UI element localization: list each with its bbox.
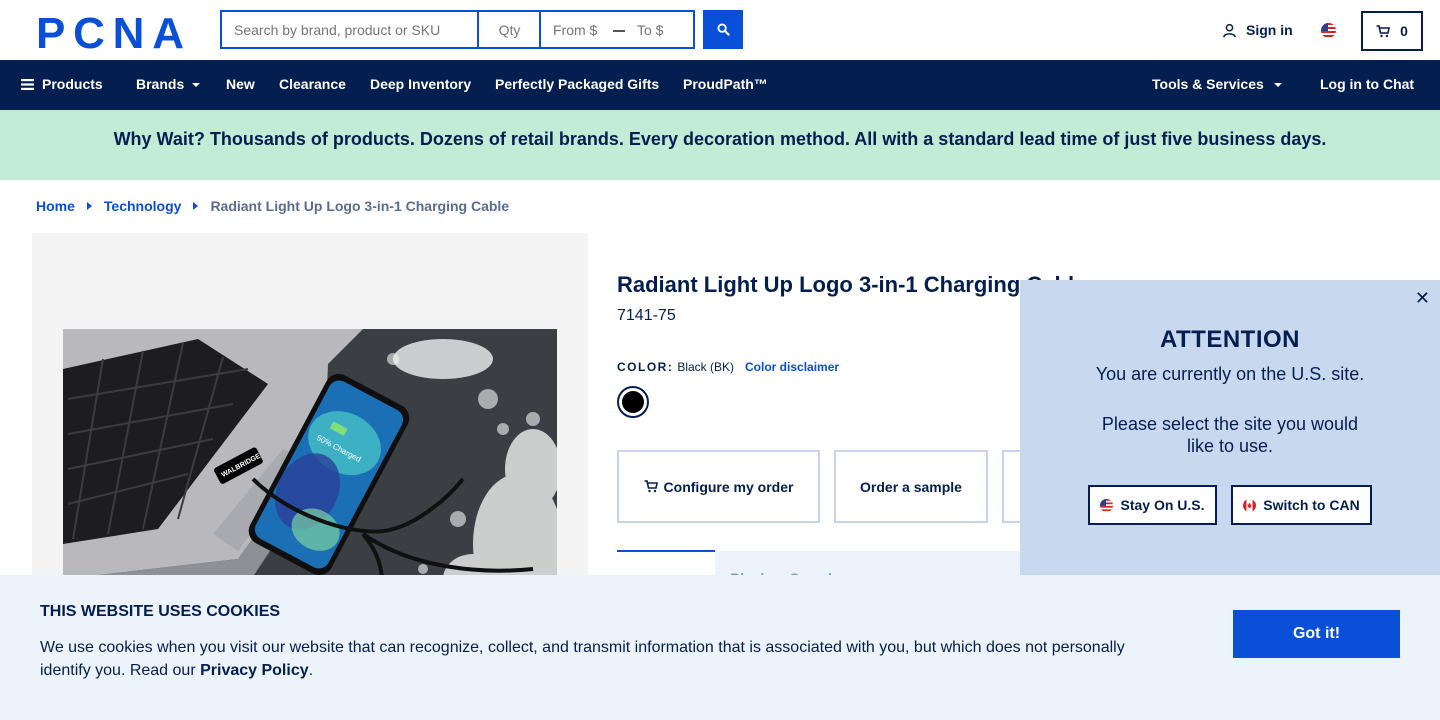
- breadcrumb-arrow-icon: [193, 202, 199, 210]
- color-swatch-black[interactable]: [617, 386, 649, 418]
- signin-label: Sign in: [1246, 22, 1293, 38]
- cookie-banner: THIS WEBSITE USES COOKIES We use cookies…: [0, 575, 1440, 720]
- signin-link[interactable]: Sign in: [1222, 22, 1293, 38]
- price-to-input[interactable]: [637, 12, 697, 47]
- svg-text:™: ™: [176, 44, 182, 51]
- tab-promotional[interactable]: Promotional: [617, 550, 715, 576]
- configure-order-label: Configure my order: [663, 478, 794, 495]
- promo-banner: Why Wait? Thousands of products. Dozens …: [0, 110, 1440, 180]
- user-icon: [1223, 23, 1236, 37]
- stay-us-button[interactable]: Stay On U.S.: [1088, 485, 1217, 525]
- product-sku: 7141-75: [617, 307, 676, 324]
- breadcrumb-category[interactable]: Technology: [104, 198, 182, 214]
- close-icon[interactable]: ✕: [1415, 288, 1430, 309]
- cookie-title: THIS WEBSITE USES COOKIES: [40, 603, 281, 620]
- order-sample-label: Order a sample: [860, 478, 962, 495]
- site-select-modal: ✕ ATTENTION You are currently on the U.S…: [1020, 280, 1440, 575]
- breadcrumb-arrow-icon: [86, 202, 92, 210]
- chevron-down-icon: [192, 83, 201, 88]
- nav-brands[interactable]: Brands: [136, 60, 201, 110]
- color-row: COLOR: Black (BK) Color disclaimer: [617, 360, 839, 374]
- price-range: [539, 10, 697, 49]
- nav-new[interactable]: New: [226, 60, 255, 110]
- breadcrumb-home[interactable]: Home: [36, 198, 75, 214]
- promo-text: Why Wait? Thousands of products. Dozens …: [113, 129, 1327, 149]
- search-icon: [716, 23, 730, 36]
- nav-proudpath[interactable]: ProudPath™: [683, 60, 768, 110]
- switch-can-label: Switch to CAN: [1263, 497, 1360, 513]
- pcna-logo[interactable]: PCNA ™: [36, 11, 186, 51]
- privacy-policy-link[interactable]: Privacy Policy: [200, 662, 309, 679]
- nav-deep-inventory[interactable]: Deep Inventory: [370, 60, 471, 110]
- cart-icon: [644, 480, 658, 493]
- nav-chat[interactable]: Log in to Chat: [1320, 60, 1414, 110]
- breadcrumb-current: Radiant Light Up Logo 3-in-1 Charging Ca…: [210, 198, 510, 214]
- nav-gifts[interactable]: Perfectly Packaged Gifts: [495, 60, 659, 110]
- order-sample-button[interactable]: Order a sample: [834, 450, 988, 523]
- cart-icon: [1376, 24, 1391, 37]
- cart-button[interactable]: 0: [1361, 11, 1423, 51]
- search-input[interactable]: [220, 10, 479, 49]
- stay-us-label: Stay On U.S.: [1120, 497, 1205, 513]
- price-from-input[interactable]: [553, 12, 613, 47]
- us-flag-icon[interactable]: [1321, 23, 1336, 38]
- modal-select-text: Please select the site you would like to…: [1101, 414, 1359, 456]
- color-disclaimer-link[interactable]: Color disclaimer: [745, 360, 839, 374]
- canada-flag-icon: [1243, 498, 1257, 512]
- menu-icon: [21, 79, 34, 90]
- qty-input[interactable]: [477, 10, 540, 49]
- color-value: Black (BK): [677, 360, 735, 374]
- nav-brands-label: Brands: [136, 76, 185, 92]
- search-button[interactable]: [703, 10, 743, 49]
- nav-products-label: Products: [42, 76, 103, 92]
- product-title: Radiant Light Up Logo 3-in-1 Charging Ca…: [617, 272, 1087, 297]
- nav-clearance[interactable]: Clearance: [279, 60, 346, 110]
- range-dash: [613, 30, 625, 32]
- us-flag-icon: [1100, 498, 1114, 512]
- cookie-end: .: [308, 662, 314, 679]
- cart-count: 0: [1400, 23, 1408, 39]
- switch-can-button[interactable]: Switch to CAN: [1231, 485, 1372, 525]
- nav-tools-label: Tools & Services: [1152, 76, 1264, 92]
- chevron-down-icon: [1273, 83, 1282, 88]
- nav-tools[interactable]: Tools & Services: [1152, 60, 1282, 110]
- modal-title: ATTENTION: [1159, 326, 1301, 353]
- main-nav: Products Brands New Clearance Deep Inven…: [0, 60, 1440, 110]
- color-label: COLOR:: [617, 360, 674, 374]
- site-header: PCNA ™ Sign in 0: [0, 0, 1440, 60]
- cookie-text: We use cookies when you visit our websit…: [40, 636, 1140, 682]
- cookie-accept-button[interactable]: Got it!: [1233, 610, 1400, 658]
- configure-order-button[interactable]: Configure my order: [617, 450, 820, 523]
- nav-products[interactable]: Products: [21, 60, 103, 110]
- breadcrumb: Home Technology Radiant Light Up Logo 3-…: [36, 198, 509, 214]
- modal-current-site-text: You are currently on the U.S. site.: [1095, 364, 1365, 384]
- svg-text:PCNA: PCNA: [36, 11, 183, 51]
